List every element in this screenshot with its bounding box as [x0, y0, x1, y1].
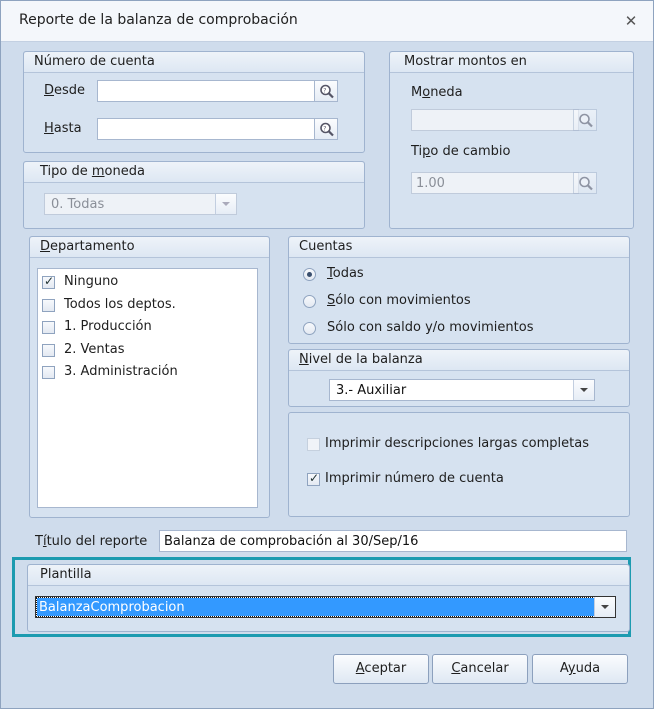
moneda-label: Moneda — [411, 85, 463, 100]
tipo-cambio-search-button — [573, 172, 597, 194]
mostrar-montos-title: Mostrar montos en — [404, 54, 527, 69]
hasta-search-button[interactable]: ? — [314, 118, 338, 140]
list-item-label: 3. Administración — [64, 364, 178, 379]
tipo-cambio-input — [411, 172, 579, 194]
checkbox[interactable] — [42, 321, 55, 334]
mostrar-montos-header: Mostrar montos en — [390, 52, 633, 73]
radio-label: Sólo con movimientos — [327, 293, 471, 308]
imprimir-numero-label: Imprimir número de cuenta — [325, 471, 504, 486]
aceptar-button[interactable]: Aceptar — [333, 654, 429, 684]
tipo-moneda-value: 0. Todas — [51, 197, 105, 212]
hasta-label: Hasta — [44, 121, 82, 136]
nivel-balanza-header: Nivel de la balanza — [289, 350, 629, 371]
radio-label: Todas — [327, 266, 364, 281]
tipo-moneda-title: Tipo de moneda — [40, 164, 145, 179]
cancelar-button[interactable]: Cancelar — [432, 654, 528, 684]
plantilla-header: Plantilla — [28, 565, 629, 586]
imprimir-descripciones-label: Imprimir descripciones largas completas — [325, 436, 589, 451]
ayuda-button[interactable]: Ayuda — [532, 654, 628, 684]
moneda-search-button — [573, 109, 597, 131]
tipo-moneda-header: Tipo de moneda — [24, 162, 364, 183]
departamento-list: Ninguno Todos los deptos. 1. Producción … — [37, 268, 258, 508]
mostrar-montos-group: Mostrar montos en Moneda Tipo de cambio — [389, 51, 634, 229]
cuentas-header: Cuentas — [289, 237, 629, 258]
tipo-moneda-group: Tipo de moneda 0. Todas — [23, 161, 365, 229]
magnifier-icon — [579, 176, 593, 191]
window-title: Reporte de la balanza de comprobación — [19, 12, 298, 28]
list-item-label: Ninguno — [64, 274, 119, 289]
plantilla-selection: BalanzaComprobacion — [36, 597, 595, 617]
titulo-reporte-label: Título del reporte — [35, 534, 148, 549]
desde-search-button[interactable]: ? — [314, 80, 338, 102]
dialog-window: Reporte de la balanza de comprobación ✕ … — [0, 0, 654, 709]
radio-button[interactable] — [303, 322, 316, 335]
tipo-cambio-label: Tipo de cambio — [411, 144, 511, 159]
numero-cuenta-group: Número de cuenta Desde ? Hasta ? — [23, 51, 365, 153]
opciones-group: Imprimir descripciones largas completas … — [288, 412, 630, 517]
departamento-header: Departamento — [30, 237, 269, 258]
nivel-balanza-group: Nivel de la balanza 3.- Auxiliar — [288, 349, 630, 407]
departamento-group: Departamento Ninguno Todos los deptos. 1… — [29, 236, 270, 518]
nivel-balanza-value: 3.- Auxiliar — [336, 383, 407, 398]
cuentas-title: Cuentas — [299, 239, 353, 254]
nivel-balanza-title: Nivel de la balanza — [299, 352, 423, 367]
numero-cuenta-title: Número de cuenta — [34, 54, 155, 69]
checkbox[interactable] — [42, 299, 55, 312]
nivel-balanza-select[interactable]: 3.- Auxiliar — [329, 379, 595, 401]
plantilla-title: Plantilla — [40, 567, 92, 582]
magnifier-icon — [579, 113, 593, 128]
magnifier-icon: ? — [320, 84, 334, 99]
departamento-title: Departamento — [40, 239, 135, 254]
list-item-label: Todos los deptos. — [64, 297, 176, 312]
cuentas-group: Cuentas Todas Sólo con movimientos Sólo … — [288, 236, 630, 344]
svg-text:?: ? — [323, 87, 326, 94]
imprimir-numero-checkbox[interactable] — [307, 471, 320, 486]
plantilla-value: BalanzaComprobacion — [39, 600, 185, 615]
radio-button[interactable] — [303, 268, 316, 281]
close-icon[interactable]: ✕ — [623, 13, 639, 29]
desde-label: Desde — [44, 83, 86, 98]
tipo-moneda-select: 0. Todas — [44, 193, 237, 215]
chevron-down-icon[interactable] — [573, 380, 594, 400]
chevron-down-icon — [215, 194, 236, 214]
hasta-input[interactable] — [97, 118, 335, 140]
imprimir-descripciones-checkbox[interactable] — [307, 438, 320, 451]
checkbox[interactable] — [42, 274, 55, 289]
titulo-reporte-input[interactable] — [159, 530, 627, 552]
checkbox[interactable] — [42, 344, 55, 357]
radio-label: Sólo con saldo y/o movimientos — [327, 320, 534, 335]
svg-text:?: ? — [323, 125, 326, 132]
list-item-label: 2. Ventas — [64, 342, 125, 357]
title-bar: Reporte de la balanza de comprobación ✕ — [1, 1, 653, 42]
moneda-input — [411, 109, 579, 131]
list-item-label: 1. Producción — [64, 319, 152, 334]
radio-button[interactable] — [303, 295, 316, 308]
chevron-down-icon[interactable] — [594, 597, 615, 617]
plantilla-select[interactable]: BalanzaComprobacion — [35, 596, 616, 618]
magnifier-icon: ? — [320, 122, 334, 137]
desde-input[interactable] — [97, 80, 335, 102]
numero-cuenta-header: Número de cuenta — [24, 52, 364, 73]
checkbox[interactable] — [42, 366, 55, 379]
